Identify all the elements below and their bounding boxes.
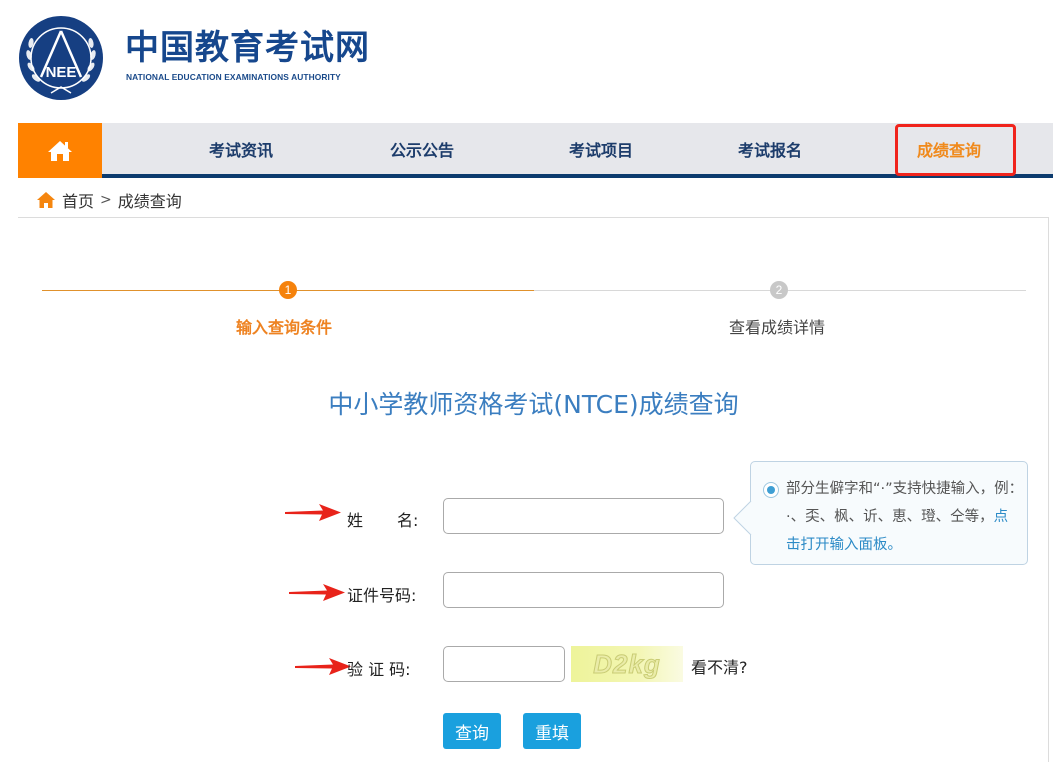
nav-item-announcements[interactable]: 公示公告 <box>390 123 454 178</box>
name-label-first: 姓 <box>347 511 364 530</box>
content-right-border <box>1048 217 1049 762</box>
captcha-image[interactable]: D2kg <box>571 646 683 682</box>
home-icon <box>48 140 72 161</box>
captcha-refresh-link[interactable]: 看不清? <box>691 654 748 678</box>
nav-item-exam-registration[interactable]: 考试报名 <box>738 123 802 178</box>
breadcrumb-separator: > <box>100 192 112 208</box>
breadcrumb: 首页 > 成绩查询 <box>36 188 182 212</box>
tooltip-caret <box>733 501 752 535</box>
nav-item-score-query[interactable]: 成绩查询 <box>917 123 981 178</box>
name-label: 姓 名: <box>347 507 418 531</box>
step-1-label: 输入查询条件 <box>236 318 333 337</box>
breadcrumb-divider <box>18 217 1048 218</box>
logo-emblem-text: NEE <box>46 64 77 81</box>
red-arrow-icon <box>295 658 351 675</box>
nav-item-exam-projects[interactable]: 考试项目 <box>569 123 633 178</box>
step-2-label: 查看成绩详情 <box>729 318 826 337</box>
breadcrumb-home-link[interactable]: 首页 <box>62 188 94 212</box>
red-arrow-icon <box>289 584 345 601</box>
captcha-label: 验 证 码: <box>347 660 411 679</box>
step-1-badge: 1 <box>279 281 297 299</box>
query-button[interactable]: 查询 <box>443 713 501 749</box>
nav-item-exam-news[interactable]: 考试资讯 <box>209 123 273 178</box>
tooltip-text: 部分生僻字和“·”支持快捷输入，例：·、奀、枫、䜣、恵、璒、仝等，点击打开输入面… <box>786 475 1018 559</box>
captcha-input[interactable] <box>443 646 565 682</box>
rare-character-tooltip: 部分生僻字和“·”支持快捷输入，例：·、奀、枫、䜣、恵、璒、仝等，点击打开输入面… <box>750 461 1028 565</box>
red-arrow-icon <box>285 504 341 521</box>
logo-emblem[interactable]: NEE <box>18 15 104 101</box>
captcha-image-text: D2kg <box>593 648 661 679</box>
name-label-second: 名: <box>397 511 419 530</box>
id-number-input[interactable] <box>443 572 724 608</box>
breadcrumb-home-icon <box>37 192 55 208</box>
form-title: 中小学教师资格考试(NTCE)成绩查询 <box>328 390 739 419</box>
step-2-badge: 2 <box>770 281 788 299</box>
reset-button[interactable]: 重填 <box>523 713 581 749</box>
main-nav: 考试资讯 公示公告 考试项目 考试报名 成绩查询 <box>18 123 1053 178</box>
info-radio-icon <box>763 482 779 498</box>
id-number-label: 证件号码: <box>347 586 417 605</box>
breadcrumb-current: 成绩查询 <box>117 192 182 211</box>
tooltip-message: 部分生僻字和“·”支持快捷输入，例：·、奀、枫、䜣、恵、璒、仝等， <box>786 481 1016 525</box>
logo-title[interactable]: 中国教育考试网 <box>125 28 370 68</box>
nav-home-button[interactable] <box>18 123 102 178</box>
name-input[interactable] <box>443 498 724 534</box>
logo-subtitle: NATIONAL EDUCATION EXAMINATIONS AUTHORIT… <box>126 72 341 82</box>
